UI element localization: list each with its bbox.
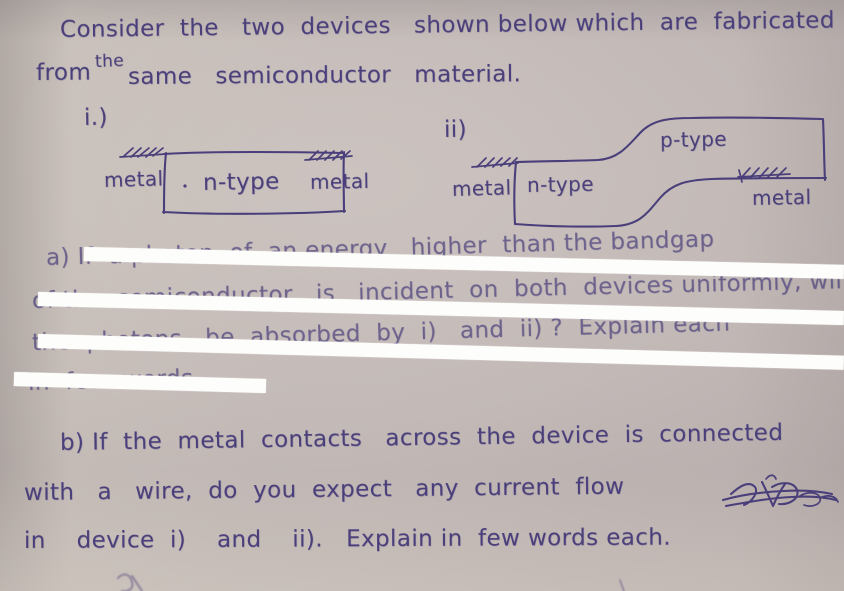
intro-line-2-superscript: the xyxy=(94,50,125,72)
device-ii-left-contact-label: metal xyxy=(451,175,512,201)
device-i-label: i.) xyxy=(83,104,109,131)
device-ii-lower-region-label: n-type xyxy=(526,171,595,197)
handwritten-page: Consider the two devices shown below whi… xyxy=(0,0,844,591)
device-ii-upper-region-label: p-type xyxy=(659,126,728,152)
device-i-left-contact-label: metal xyxy=(103,166,164,192)
device-ii-label: ii) xyxy=(443,116,468,143)
device-ii-right-contact-label: metal xyxy=(751,184,812,210)
part-b-line-3: in device i) and ii). Explain in few wor… xyxy=(23,524,672,554)
intro-line-2-rest: same semiconductor material. xyxy=(127,61,522,90)
device-i-body-label: n-type xyxy=(202,168,280,196)
intro-line-2-from: from xyxy=(35,59,99,86)
device-i-right-contact-label: metal xyxy=(309,168,370,194)
